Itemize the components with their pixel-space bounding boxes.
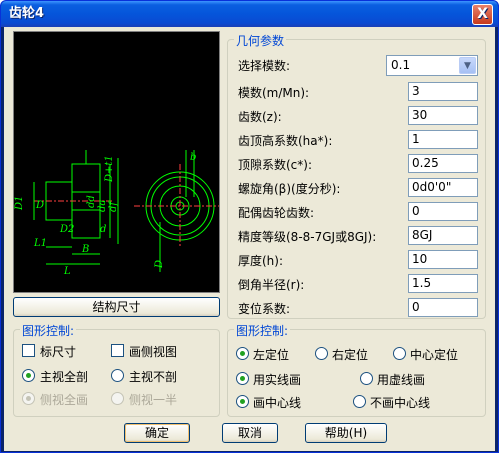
- field-label-shift: 变位系数:: [238, 302, 291, 316]
- dialog-client-area: b D+t1 D1 D dd da df D2 d L1 B L D 结构尺寸: [4, 27, 495, 451]
- field-label-thickness: 厚度(h):: [238, 254, 284, 268]
- dim-l: L: [63, 266, 71, 277]
- dashed-line-label[interactable]: 用虚线画: [377, 371, 425, 388]
- field-label-addendum: 齿顶高系数(ha*):: [238, 134, 333, 148]
- title-bar: 齿轮4 X: [1, 1, 498, 27]
- addendum-input[interactable]: 1: [408, 130, 478, 149]
- dialog-window: 齿轮4 X b D+t1 D1 D dd da df D2 d L1 B L D…: [0, 0, 499, 453]
- geometry-params-title: 几何参数: [234, 32, 287, 49]
- field-label-helix: 螺旋角(β)(度分秒):: [238, 182, 341, 196]
- center-position-label[interactable]: 中心定位: [410, 346, 458, 363]
- side-half-label: 侧视一半: [129, 393, 178, 407]
- dim-d1: D1: [14, 196, 25, 211]
- solid-line-label[interactable]: 用实线画: [253, 371, 301, 388]
- gear-preview-canvas: b D+t1 D1 D dd da df D2 d L1 B L D: [13, 31, 220, 293]
- dim-d-t1: D+t1: [104, 155, 115, 183]
- field-label-clearance: 顶隙系数(c*):: [238, 158, 313, 172]
- draw-centerline-radio[interactable]: [236, 395, 249, 408]
- center-position-radio[interactable]: [393, 347, 406, 360]
- dim-b: b: [190, 152, 196, 163]
- accuracy-input[interactable]: 8GJ: [408, 226, 478, 245]
- left-position-radio[interactable]: [236, 347, 249, 360]
- shift-coefficient-input[interactable]: 0: [408, 298, 478, 317]
- module-select[interactable]: 0.1 ▼: [386, 55, 478, 76]
- dim-d-front: D: [154, 260, 165, 269]
- module-select-value: 0.1: [391, 58, 411, 72]
- ok-button[interactable]: 确定: [124, 423, 190, 443]
- main-no-section-label[interactable]: 主视不剖: [129, 368, 177, 385]
- window-title: 齿轮4: [9, 6, 45, 21]
- chamfer-input[interactable]: 1.5: [408, 274, 478, 293]
- dashed-line-radio[interactable]: [360, 372, 373, 385]
- chevron-down-icon[interactable]: ▼: [459, 57, 476, 74]
- left-position-label[interactable]: 左定位: [253, 346, 289, 363]
- module-select-label: 选择模数:: [238, 59, 291, 73]
- main-no-section-radio[interactable]: [111, 369, 124, 382]
- thickness-input[interactable]: 10: [408, 250, 478, 269]
- solid-line-radio[interactable]: [236, 372, 249, 385]
- side-half-radio: [111, 392, 124, 405]
- shape-control-left-title: 图形控制:: [20, 322, 77, 339]
- side-full-radio: [22, 392, 35, 405]
- dimensions-checkbox-label[interactable]: 标尺寸: [40, 343, 76, 360]
- right-position-label[interactable]: 右定位: [332, 346, 368, 363]
- gear-drawing: b D+t1 D1 D dd da df D2 d L1 B L D: [14, 150, 219, 277]
- helix-angle-input[interactable]: 0d0'0": [408, 178, 478, 197]
- field-label-teeth: 齿数(z):: [238, 110, 282, 124]
- cancel-button[interactable]: 取消: [222, 423, 278, 443]
- field-label-mating: 配偶齿轮齿数:: [238, 206, 315, 220]
- teeth-input[interactable]: 30: [408, 106, 478, 125]
- module-input[interactable]: 3: [408, 82, 478, 101]
- draw-centerline-label[interactable]: 画中心线: [253, 394, 301, 411]
- side-view-checkbox-label[interactable]: 画侧视图: [129, 343, 177, 360]
- main-full-section-label[interactable]: 主视全剖: [40, 368, 88, 385]
- dim-b-width: B: [81, 244, 89, 255]
- close-button[interactable]: X: [472, 4, 493, 25]
- dim-dd: dd: [86, 195, 97, 208]
- no-centerline-radio[interactable]: [353, 395, 366, 408]
- mating-teeth-input[interactable]: 0: [408, 202, 478, 221]
- dim-da: da: [97, 200, 108, 212]
- clearance-input[interactable]: 0.25: [408, 154, 478, 173]
- dim-d-bore: d: [100, 224, 106, 235]
- side-view-checkbox[interactable]: [111, 344, 124, 357]
- no-centerline-label[interactable]: 不画中心线: [370, 394, 430, 411]
- dim-d2: D2: [59, 224, 74, 235]
- right-position-radio[interactable]: [315, 347, 328, 360]
- shape-control-right-title: 图形控制:: [234, 322, 291, 339]
- help-button[interactable]: 帮助(H): [305, 423, 387, 443]
- field-label-module: 模数(m/Mn):: [238, 86, 310, 100]
- main-full-section-radio[interactable]: [22, 369, 35, 382]
- dim-l1: L1: [33, 238, 47, 249]
- structure-dimensions-button[interactable]: 结构尺寸: [13, 297, 220, 317]
- dim-d-hub: D: [35, 200, 44, 211]
- field-label-accuracy: 精度等级(8-8-7GJ或8GJ):: [238, 230, 377, 244]
- dimensions-checkbox[interactable]: [22, 344, 35, 357]
- field-label-chamfer: 倒角半径(r):: [238, 278, 305, 292]
- side-full-label: 侧视全画: [40, 393, 89, 407]
